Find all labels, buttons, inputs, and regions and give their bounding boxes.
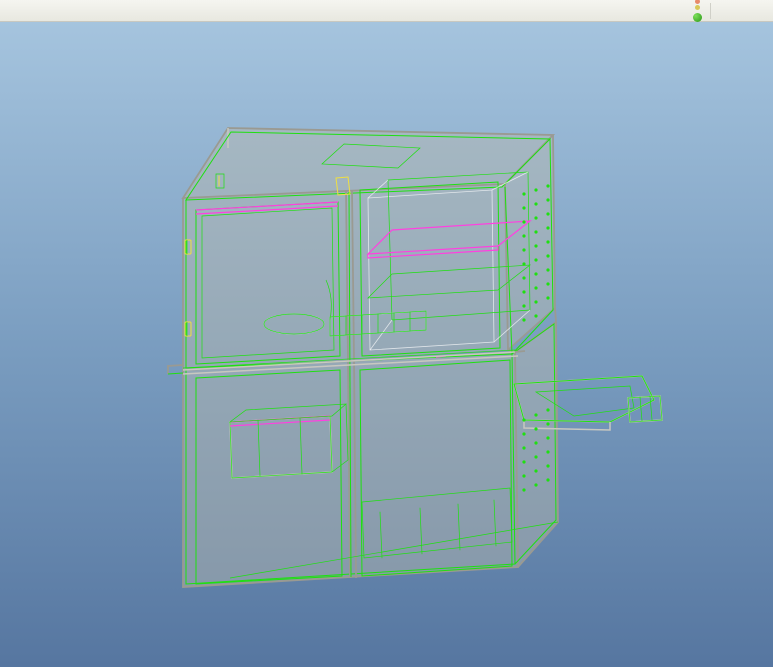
status-light-yellow-icon [695, 5, 700, 10]
toolbar [0, 0, 773, 22]
status-indicator[interactable] [693, 0, 702, 22]
status-light-red-icon [695, 0, 700, 4]
toolbar-divider [710, 3, 711, 19]
cad-viewport[interactable] [0, 22, 773, 667]
wireframe-model-icon [0, 22, 773, 667]
status-light-green-icon [693, 13, 702, 22]
